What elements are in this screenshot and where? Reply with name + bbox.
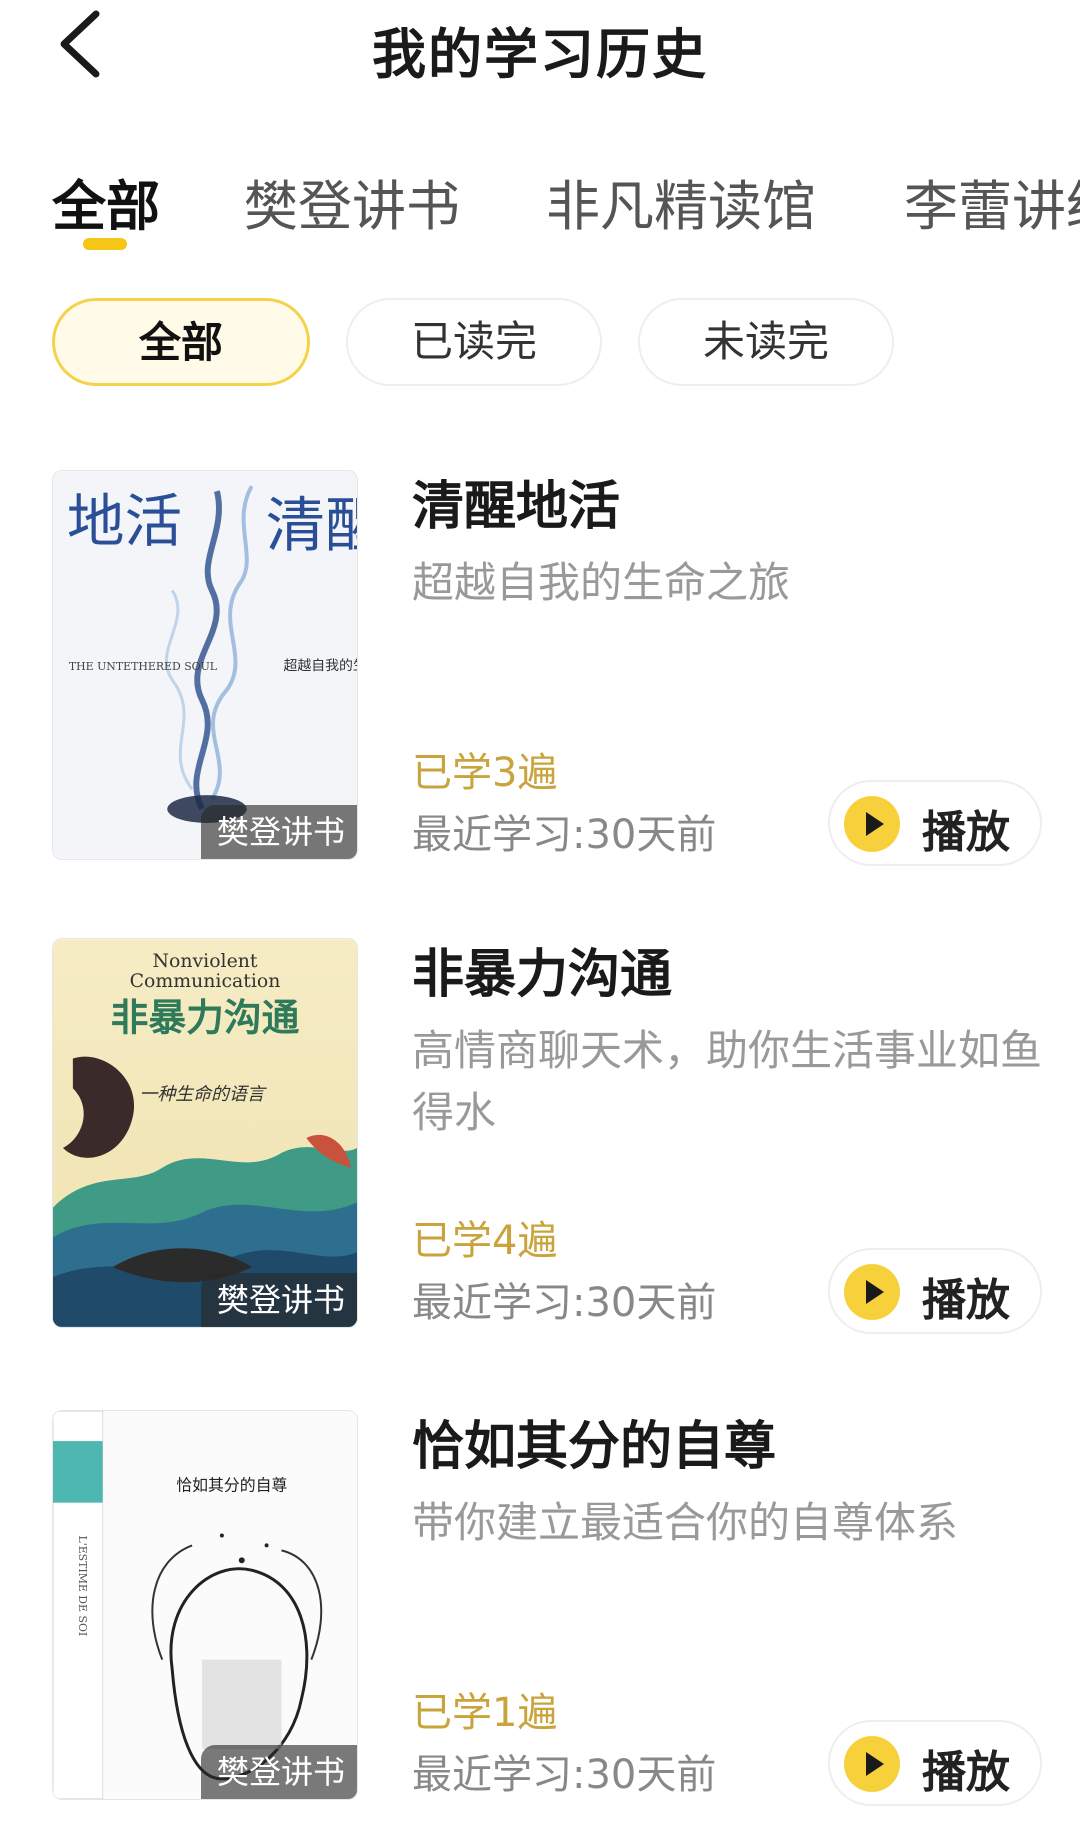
cover-english-title: THE UNTETHERED SOUL: [69, 660, 217, 673]
cover-spine-text: L'ESTIME DE SOI: [76, 1535, 89, 1636]
tab-feifan-reading[interactable]: 非凡精读馆: [546, 162, 816, 241]
play-label: 播放: [922, 1275, 1010, 1326]
book-subtitle: 高情商聊天术，助你生活事业如鱼得水: [412, 1026, 1043, 1137]
play-icon: [866, 1280, 884, 1304]
play-label: 播放: [922, 807, 1010, 858]
tab-active-indicator: [83, 238, 127, 250]
cover-script: 一种生命的语言: [139, 1084, 267, 1105]
last-study-time: 最近学习:30天前: [412, 812, 717, 858]
play-icon: [866, 812, 884, 836]
tab-fandeng-books[interactable]: 樊登讲书: [244, 162, 460, 241]
cover-en-line: Communication: [130, 970, 281, 992]
cover-title-char: 清醒: [266, 492, 357, 561]
play-button[interactable]: 播放: [828, 1248, 1042, 1334]
book-title: 清醒地活: [412, 477, 621, 537]
cover-cn-title: 非暴力沟通: [111, 996, 300, 1040]
book-title: 非暴力沟通: [412, 945, 673, 1005]
book-cover[interactable]: 清醒 地活 THE UNTETHERED SOUL 超越自我的生命之旅 樊登讲书: [52, 470, 358, 860]
header: 我的学习历史: [0, 0, 1080, 100]
cover-art-swallows: Nonviolent Communication 非暴力沟通 一种生命的语言: [53, 939, 357, 1327]
tab-lilei-classics[interactable]: 李蕾讲经典: [904, 162, 1080, 241]
cover-cn-title: 恰如其分的自尊: [176, 1476, 287, 1495]
book-title: 恰如其分的自尊: [412, 1417, 777, 1477]
cover-art-face-sketch: L'ESTIME DE SOI 恰如其分的自尊: [53, 1411, 357, 1799]
last-study-time: 最近学习:30天前: [412, 1280, 717, 1326]
filter-unfinished[interactable]: 未读完: [638, 298, 894, 386]
page-title: 我的学习历史: [372, 23, 708, 86]
cover-subtitle: 超越自我的生命之旅: [283, 657, 357, 674]
play-circle: [844, 796, 900, 852]
play-label: 播放: [922, 1747, 1010, 1798]
play-button[interactable]: 播放: [828, 1720, 1042, 1806]
book-subtitle: 超越自我的生命之旅: [412, 558, 791, 607]
cover-art-smoke: 清醒 地活 THE UNTETHERED SOUL 超越自我的生命之旅: [53, 471, 357, 859]
study-count: 已学4遍: [412, 1218, 558, 1264]
study-count: 已学1遍: [412, 1690, 558, 1736]
cover-source-badge: 樊登讲书: [200, 805, 357, 859]
play-circle: [844, 1736, 900, 1792]
filter-all[interactable]: 全部: [52, 298, 310, 386]
cover-title-char: 地活: [67, 488, 182, 555]
play-button[interactable]: 播放: [828, 780, 1042, 866]
learning-history-page: 我的学习历史 全部 樊登讲书 非凡精读馆 李蕾讲经典 全部 已读完 未读完 清醒…: [0, 0, 1080, 1824]
list-item[interactable]: Nonviolent Communication 非暴力沟通 一种生命的语言 樊…: [0, 938, 1080, 1358]
play-circle: [844, 1264, 900, 1320]
study-count: 已学3遍: [412, 750, 558, 796]
source-tab-bar: 全部 樊登讲书 非凡精读馆 李蕾讲经典: [0, 150, 1080, 250]
filter-finished[interactable]: 已读完: [346, 298, 602, 386]
cover-source-badge: 樊登讲书: [200, 1273, 357, 1327]
play-icon: [866, 1752, 884, 1776]
cover-source-badge: 樊登讲书: [200, 1745, 357, 1799]
book-cover[interactable]: L'ESTIME DE SOI 恰如其分的自尊 樊登讲书: [52, 1410, 358, 1800]
tab-all[interactable]: 全部: [52, 162, 160, 241]
cover-en-line: Nonviolent: [153, 950, 258, 972]
list-item[interactable]: 清醒 地活 THE UNTETHERED SOUL 超越自我的生命之旅 樊登讲书…: [0, 470, 1080, 890]
list-item[interactable]: L'ESTIME DE SOI 恰如其分的自尊 樊登讲书 恰如其分的自尊 带你建…: [0, 1410, 1080, 1824]
last-study-time: 最近学习:30天前: [412, 1752, 717, 1798]
book-subtitle: 带你建立最适合你的自尊体系: [412, 1498, 959, 1547]
book-cover[interactable]: Nonviolent Communication 非暴力沟通 一种生命的语言 樊…: [52, 938, 358, 1328]
